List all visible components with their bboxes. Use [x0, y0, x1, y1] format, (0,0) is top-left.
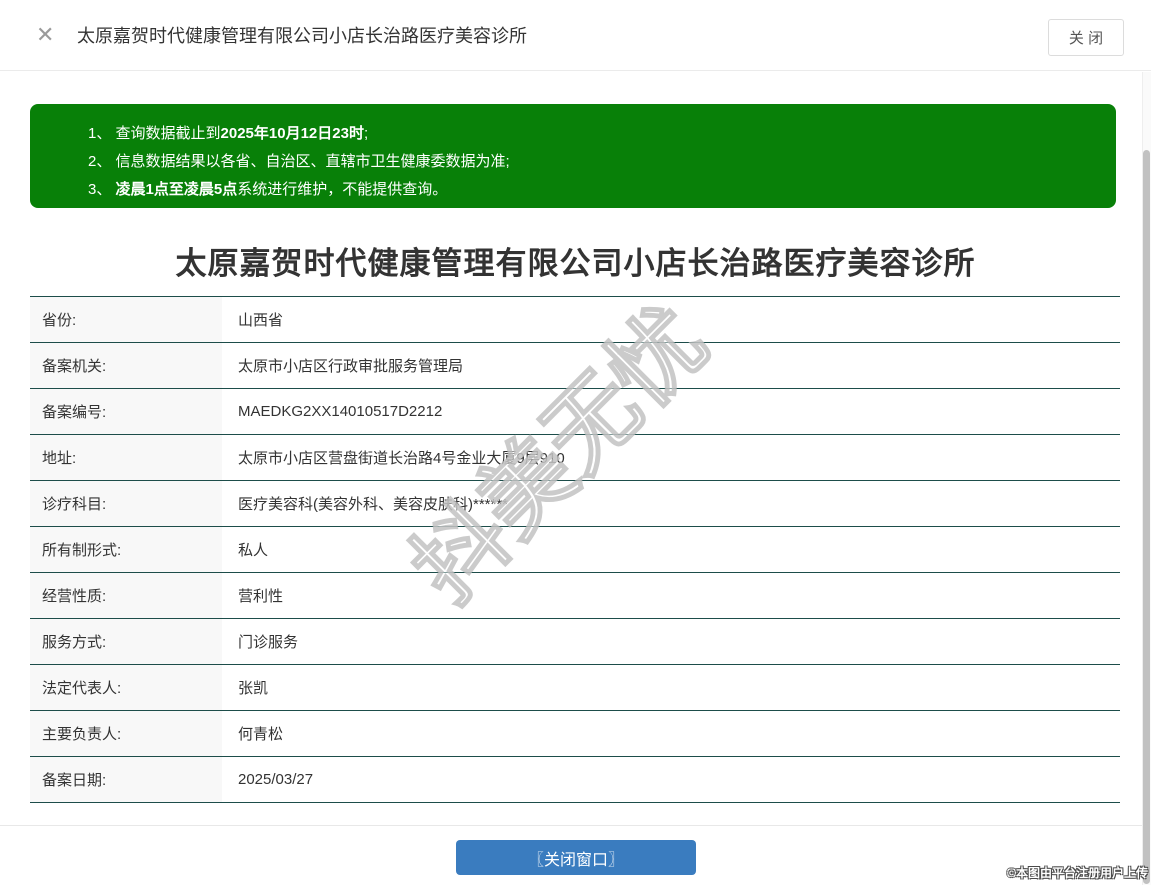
row-value: 山西省 [222, 297, 1120, 342]
table-row-ownership-type: 所有制形式: 私人 [30, 527, 1120, 573]
row-value: 何青松 [222, 711, 1120, 756]
close-x-icon[interactable]: ✕ [36, 24, 54, 46]
row-label: 备案编号: [30, 389, 222, 434]
row-label: 省份: [30, 297, 222, 342]
row-label: 诊疗科目: [30, 481, 222, 526]
scrollbar-thumb[interactable] [1143, 150, 1150, 884]
window-title: 太原嘉贺时代健康管理有限公司小店长治路医疗美容诊所 [77, 26, 527, 46]
row-value: 张凯 [222, 665, 1120, 710]
close-button[interactable]: 关 闭 [1048, 19, 1124, 56]
row-value: 太原市小店区营盘街道长治路4号金业大厦9层910 [222, 435, 1120, 480]
table-row-filing-number: 备案编号: MAEDKG2XX14010517D2212 [30, 389, 1120, 435]
corner-watermark: ©本图由平台注册用户上传 [1007, 866, 1148, 880]
bottom-divider [0, 825, 1151, 826]
row-label: 地址: [30, 435, 222, 480]
page: ✕ 太原嘉贺时代健康管理有限公司小店长治路医疗美容诊所 关 闭 1、 查询数据截… [0, 0, 1151, 885]
notice-line-1: 1、 查询数据截止到2025年10月12日23时; [88, 125, 369, 142]
row-value: 私人 [222, 527, 1120, 572]
table-row-filing-authority: 备案机关: 太原市小店区行政审批服务管理局 [30, 343, 1120, 389]
row-value: 2025/03/27 [222, 757, 1120, 802]
notice-line-2: 2、 信息数据结果以各省、自治区、直辖市卫生健康委数据为准; [88, 153, 510, 170]
page-title: 太原嘉贺时代健康管理有限公司小店长治路医疗美容诊所 [175, 246, 976, 281]
scrollbar-track[interactable] [1142, 72, 1151, 885]
info-table: 省份: 山西省 备案机关: 太原市小店区行政审批服务管理局 备案编号: MAED… [30, 296, 1120, 803]
row-label: 备案机关: [30, 343, 222, 388]
row-label: 经营性质: [30, 573, 222, 618]
table-row-principal: 主要负责人: 何青松 [30, 711, 1120, 757]
row-label: 所有制形式: [30, 527, 222, 572]
row-value: 医疗美容科(美容外科、美容皮肤科)****** [222, 481, 1120, 526]
close-window-button[interactable]: 〖关闭窗口〗 [456, 840, 696, 875]
row-value: 太原市小店区行政审批服务管理局 [222, 343, 1120, 388]
notice-box: 1、 查询数据截止到2025年10月12日23时; 2、 信息数据结果以各省、自… [30, 104, 1116, 208]
row-value: MAEDKG2XX14010517D2212 [222, 389, 1120, 434]
row-label: 法定代表人: [30, 665, 222, 710]
table-row-address: 地址: 太原市小店区营盘街道长治路4号金业大厦9层910 [30, 435, 1120, 481]
notice-line-3: 3、 凌晨1点至凌晨5点系统进行维护，不能提供查询。 [88, 181, 448, 198]
table-row-operating-nature: 经营性质: 营利性 [30, 573, 1120, 619]
row-label: 服务方式: [30, 619, 222, 664]
table-row-clinical-departments: 诊疗科目: 医疗美容科(美容外科、美容皮肤科)****** [30, 481, 1120, 527]
row-label: 备案日期: [30, 757, 222, 802]
row-value: 营利性 [222, 573, 1120, 618]
window-header: ✕ 太原嘉贺时代健康管理有限公司小店长治路医疗美容诊所 关 闭 [0, 0, 1151, 71]
table-row-filing-date: 备案日期: 2025/03/27 [30, 757, 1120, 803]
table-row-legal-representative: 法定代表人: 张凯 [30, 665, 1120, 711]
table-row-province: 省份: 山西省 [30, 297, 1120, 343]
row-value: 门诊服务 [222, 619, 1120, 664]
table-row-service-mode: 服务方式: 门诊服务 [30, 619, 1120, 665]
row-label: 主要负责人: [30, 711, 222, 756]
